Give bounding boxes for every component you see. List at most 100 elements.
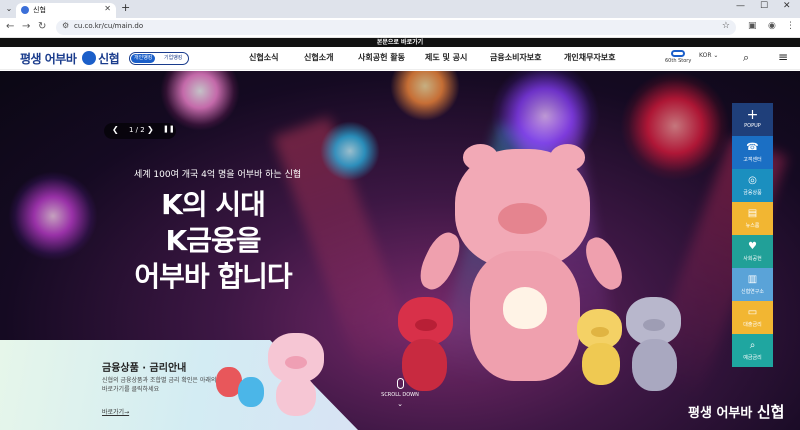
logo-brand: 신협	[98, 52, 120, 66]
pig-snout	[590, 327, 609, 338]
quick-menu: + POPUP ☎ 고객센터 ◎ 금융상품 ▤ 뉴스룸 ♥ 사회공헌 ▥ 신협연…	[732, 103, 773, 367]
quick-newsroom[interactable]: ▤ 뉴스룸	[732, 202, 773, 235]
corner-logo-slogan: 평생 어부바	[688, 406, 753, 421]
document-icon: ▤	[747, 208, 758, 219]
corner-logo: 평생 어부바 신협	[688, 401, 784, 422]
story-label: 60th Story	[665, 58, 692, 64]
site-logo[interactable]: 평생 어부바 신협	[20, 50, 120, 67]
headline-line: K의 시대	[161, 188, 266, 221]
language-select[interactable]: KOR ⌄	[699, 52, 718, 59]
grey-pig	[626, 297, 681, 345]
quick-label: 신협연구소	[740, 289, 764, 295]
quick-label: 뉴스룸	[745, 223, 760, 229]
chevron-down-icon: ⌄	[397, 400, 403, 408]
close-window-icon[interactable]: ✕	[783, 1, 791, 11]
quick-label: 사회공헌	[743, 256, 762, 262]
tab-close-icon[interactable]: ✕	[104, 4, 111, 13]
nav-item-about[interactable]: 신협소개	[304, 52, 333, 63]
site-info-icon[interactable]: ⚙	[62, 21, 69, 30]
hand-heart-icon: ♥	[748, 241, 757, 252]
nav-item-debtor[interactable]: 개인채무자보호	[564, 52, 616, 63]
skip-to-content-link[interactable]: 본문으로 바로가기	[0, 38, 800, 47]
quick-label: 고객센터	[743, 157, 762, 163]
browser-tab[interactable]: 신협 ✕	[16, 3, 116, 18]
nav-item-news[interactable]: 신협소식	[249, 52, 278, 63]
hamburger-menu-icon[interactable]: ≡	[778, 50, 788, 64]
pig-snout	[642, 318, 665, 332]
firework	[8, 171, 98, 261]
quick-social[interactable]: ♥ 사회공헌	[732, 235, 773, 268]
business-banking-button[interactable]: 기업뱅킹	[161, 54, 185, 63]
nav-item-consumer[interactable]: 금융소비자보호	[490, 52, 542, 63]
minimize-icon[interactable]: —	[736, 1, 745, 11]
card-pig-body	[276, 376, 316, 416]
search-icon[interactable]: ⌕	[743, 51, 749, 65]
new-tab-icon[interactable]: +	[121, 1, 130, 14]
quick-label: 예금금리	[743, 355, 762, 361]
bookmark-star-icon[interactable]: ☆	[722, 21, 730, 31]
pig-snout	[498, 203, 547, 235]
card-description: 신협의 금융상품과 조합별 금리 확인은 아래의 바로가기를 클릭하세요	[102, 377, 217, 393]
card-shortcut-link[interactable]: 바로가기→	[102, 407, 129, 416]
forward-icon[interactable]: →	[22, 21, 30, 32]
headline-line: 어부바 합니다	[134, 260, 292, 293]
pause-icon[interactable]: ❚❚	[163, 125, 175, 133]
slide-counter: 1 / 2	[129, 126, 145, 134]
site-header: 평생 어부바 신협 개인뱅킹 기업뱅킹 신협소식 신협소개 사회공헌 활동 제도…	[0, 47, 800, 70]
corner-logo-brand: 신협	[756, 403, 785, 421]
pig-ear	[549, 144, 585, 171]
scroll-label: SCROLL DOWN	[381, 392, 419, 398]
logo-slogan: 평생 어부바	[20, 52, 77, 66]
card-title: 금융상품 · 금리안내	[102, 363, 187, 374]
back-icon[interactable]: ←	[6, 21, 14, 32]
browser-tab-bar: ⌄ 신협 ✕ + — ☐ ✕	[0, 0, 800, 18]
scroll-down[interactable]: SCROLL DOWN ⌄	[380, 378, 420, 408]
language-label: KOR	[699, 52, 712, 59]
hero-subtitle: 세계 100여 개국 4억 명을 어부바 하는 신협	[134, 170, 302, 180]
pig-ear	[463, 144, 499, 171]
personal-banking-button[interactable]: 개인뱅킹	[131, 54, 156, 63]
favicon-icon	[21, 6, 29, 14]
story-60th-link[interactable]: 60th Story	[665, 50, 691, 64]
quick-label: POPUP	[744, 123, 761, 129]
reload-icon[interactable]: ↻	[38, 21, 46, 32]
quick-products[interactable]: ◎ 금융상품	[732, 169, 773, 202]
firework	[620, 71, 730, 181]
quick-popup[interactable]: + POPUP	[732, 103, 773, 136]
profile-icon[interactable]: ◉	[768, 21, 776, 31]
tab-search-icon[interactable]: ⌄	[3, 3, 15, 15]
next-slide-icon[interactable]: ❯	[147, 125, 154, 134]
monitor-icon: ▭	[747, 307, 758, 318]
quick-deposit-rate[interactable]: ⌕ 예금금리	[732, 334, 773, 367]
quick-label: 대출금리	[743, 322, 762, 328]
main-pig-body	[470, 251, 580, 381]
url-field[interactable]: ⚙ cu.co.kr/cu/main.do ☆	[56, 20, 736, 35]
nav-item-social[interactable]: 사회공헌 활동	[358, 52, 405, 63]
nav-item-disclosure[interactable]: 제도 및 공시	[425, 52, 467, 63]
hero-headline: K의 시대 K금융을 어부바 합니다	[118, 187, 308, 295]
url-text[interactable]: cu.co.kr/cu/main.do	[74, 22, 143, 30]
firework	[320, 121, 380, 181]
pig-snout	[414, 318, 437, 332]
banking-toggle: 개인뱅킹 기업뱅킹	[129, 52, 189, 65]
quick-loan-rate[interactable]: ▭ 대출금리	[732, 301, 773, 334]
story-ring-icon	[671, 50, 686, 57]
plus-icon: +	[746, 107, 759, 123]
quick-institute[interactable]: ▥ 신협연구소	[732, 268, 773, 301]
quick-customer-center[interactable]: ☎ 고객센터	[732, 136, 773, 169]
extensions-icon[interactable]: ▣	[748, 21, 757, 31]
pig-snout	[284, 355, 308, 369]
browser-menu-icon[interactable]: ⋮	[786, 21, 795, 31]
phone-icon: ☎	[746, 142, 759, 153]
red-pig	[398, 297, 453, 345]
skip-bar: 본문으로 바로가기	[0, 38, 800, 47]
hero-banner: ❮ 1 / 2 ❯ ❚❚ 세계 100여 개국 4억 명을 어부바 하는 신협 …	[0, 71, 800, 430]
yellow-pig-body	[582, 343, 620, 385]
small-blue-pig	[238, 377, 264, 407]
slide-controls: ❮ 1 / 2 ❯ ❚❚	[104, 123, 176, 139]
grey-pig-body	[632, 339, 677, 391]
magnifier-icon: ⌕	[749, 340, 756, 351]
prev-slide-icon[interactable]: ❮	[112, 125, 119, 134]
maximize-icon[interactable]: ☐	[760, 1, 768, 11]
heart-belly	[503, 287, 547, 329]
